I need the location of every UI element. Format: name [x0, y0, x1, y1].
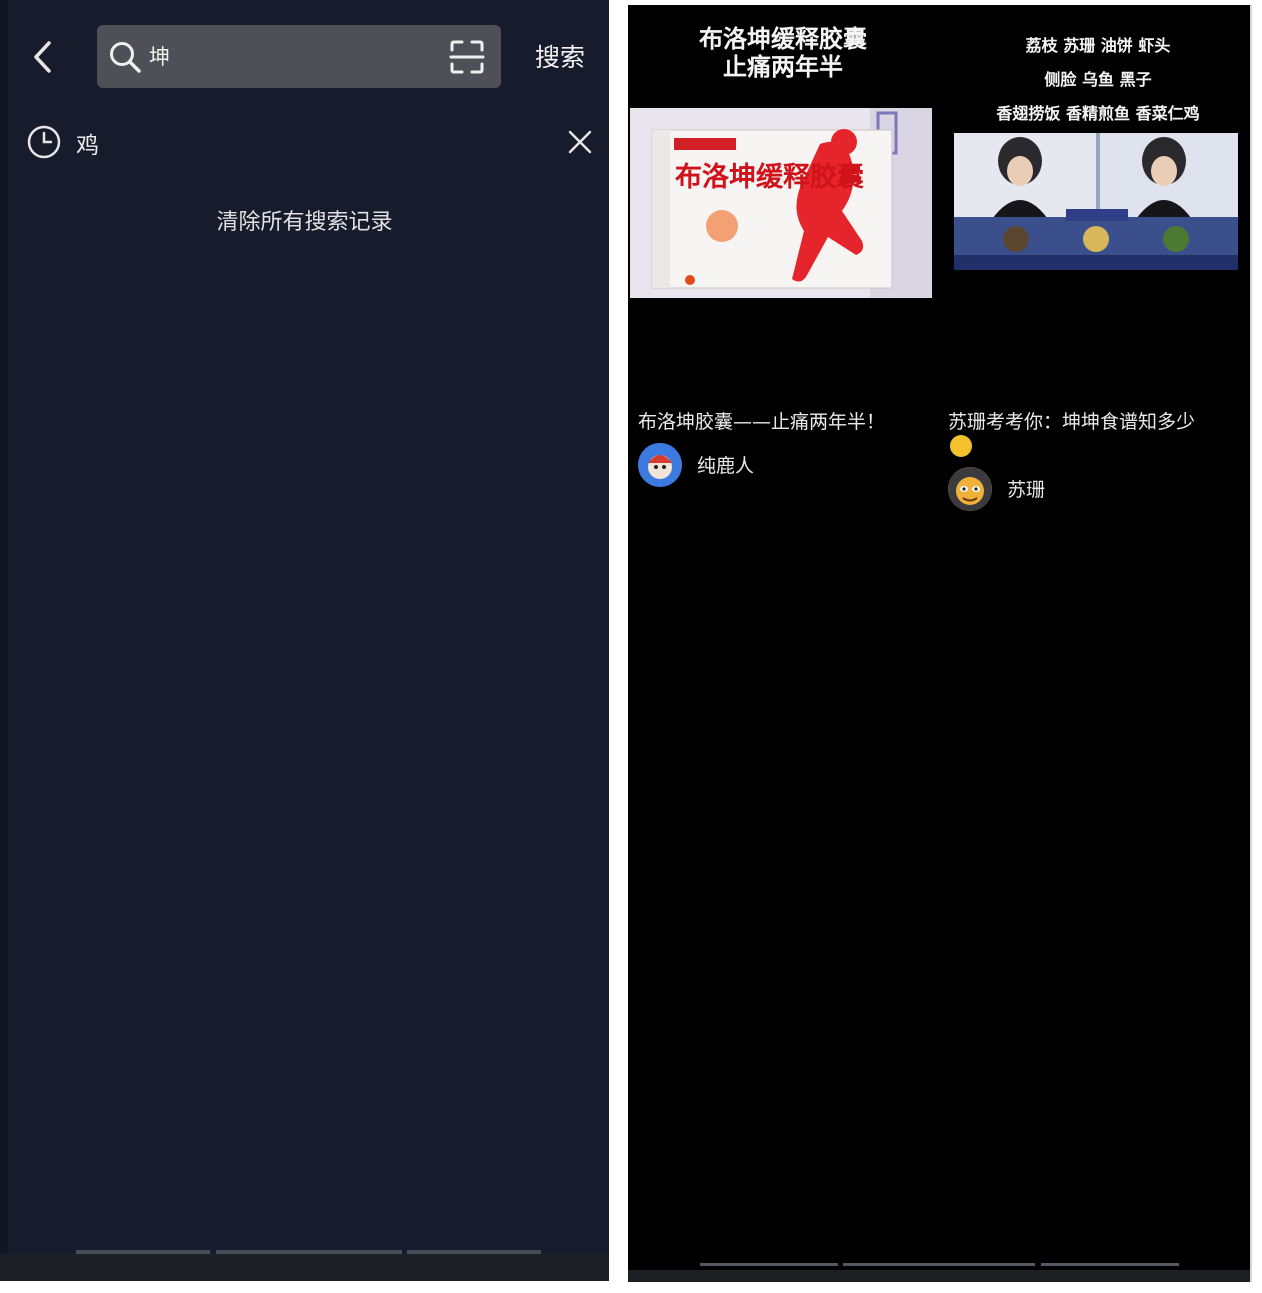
- chevron-left-icon: [34, 41, 51, 73]
- home-indicator-segment: [700, 1263, 838, 1266]
- caption-line: 布洛坤缓释胶囊: [699, 25, 867, 53]
- screen-edge: [0, 0, 8, 1281]
- avatar[interactable]: [948, 467, 992, 511]
- emoji-icon: [950, 435, 972, 457]
- home-indicator-segment: [216, 1250, 402, 1254]
- search-icon: [110, 42, 141, 73]
- medicine-box-image: 布洛坤缓释胶囊: [630, 108, 932, 298]
- tv-show-image: [954, 133, 1238, 270]
- caption-line: 荔枝 苏珊 油饼 虾头: [1025, 36, 1171, 55]
- author-name[interactable]: 苏珊: [1007, 475, 1045, 502]
- video-title[interactable]: 苏珊考考你：坤坤食谱知多少: [948, 410, 1248, 435]
- caption-line: 止痛两年半: [723, 53, 843, 81]
- home-indicator-segment: [1041, 1263, 1179, 1266]
- clock-icon: [27, 125, 61, 159]
- thumbnail-box-text: 布洛坤缓释胶囊: [675, 161, 864, 193]
- scan-icon[interactable]: [448, 38, 486, 76]
- video-thumbnail[interactable]: [954, 133, 1238, 270]
- author-name[interactable]: 纯鹿人: [697, 451, 754, 478]
- home-indicator-segment: [407, 1250, 541, 1254]
- thumbnail-caption: 布洛坤缓释胶囊 止痛两年半: [658, 25, 908, 81]
- search-screen: 搜索 鸡 清除所有搜索记录: [0, 0, 609, 1281]
- home-indicator-segment: [76, 1250, 210, 1254]
- search-input[interactable]: [149, 35, 429, 77]
- caption-line: 香翅捞饭 香精煎鱼 香菜仁鸡: [996, 104, 1200, 123]
- bottom-bar: [628, 1270, 1250, 1282]
- search-bar[interactable]: [97, 25, 501, 88]
- caption-line: 侧脸 乌鱼 黑子: [1044, 70, 1152, 89]
- search-button[interactable]: 搜索: [522, 38, 598, 78]
- close-icon[interactable]: [564, 126, 596, 158]
- bottom-bar: [0, 1254, 609, 1281]
- history-item[interactable]: 鸡: [24, 118, 600, 166]
- video-thumbnail[interactable]: 布洛坤缓释胶囊: [630, 108, 932, 298]
- thumbnail-caption: 荔枝 苏珊 油饼 虾头 侧脸 乌鱼 黑子 香翅捞饭 香精煎鱼 香菜仁鸡: [958, 29, 1238, 131]
- video-title[interactable]: 布洛坤胶囊——止痛两年半！: [638, 410, 928, 435]
- home-indicator-segment: [843, 1263, 1035, 1266]
- avatar[interactable]: [638, 443, 682, 487]
- results-screen: 布洛坤缓释胶囊 止痛两年半 布洛坤缓释胶囊 布洛坤胶囊——止痛两年半！ 纯鹿人 …: [628, 5, 1252, 1282]
- history-item-label[interactable]: 鸡: [76, 126, 99, 160]
- clear-history-button[interactable]: 清除所有搜索记录: [0, 204, 609, 236]
- back-button[interactable]: [26, 36, 60, 78]
